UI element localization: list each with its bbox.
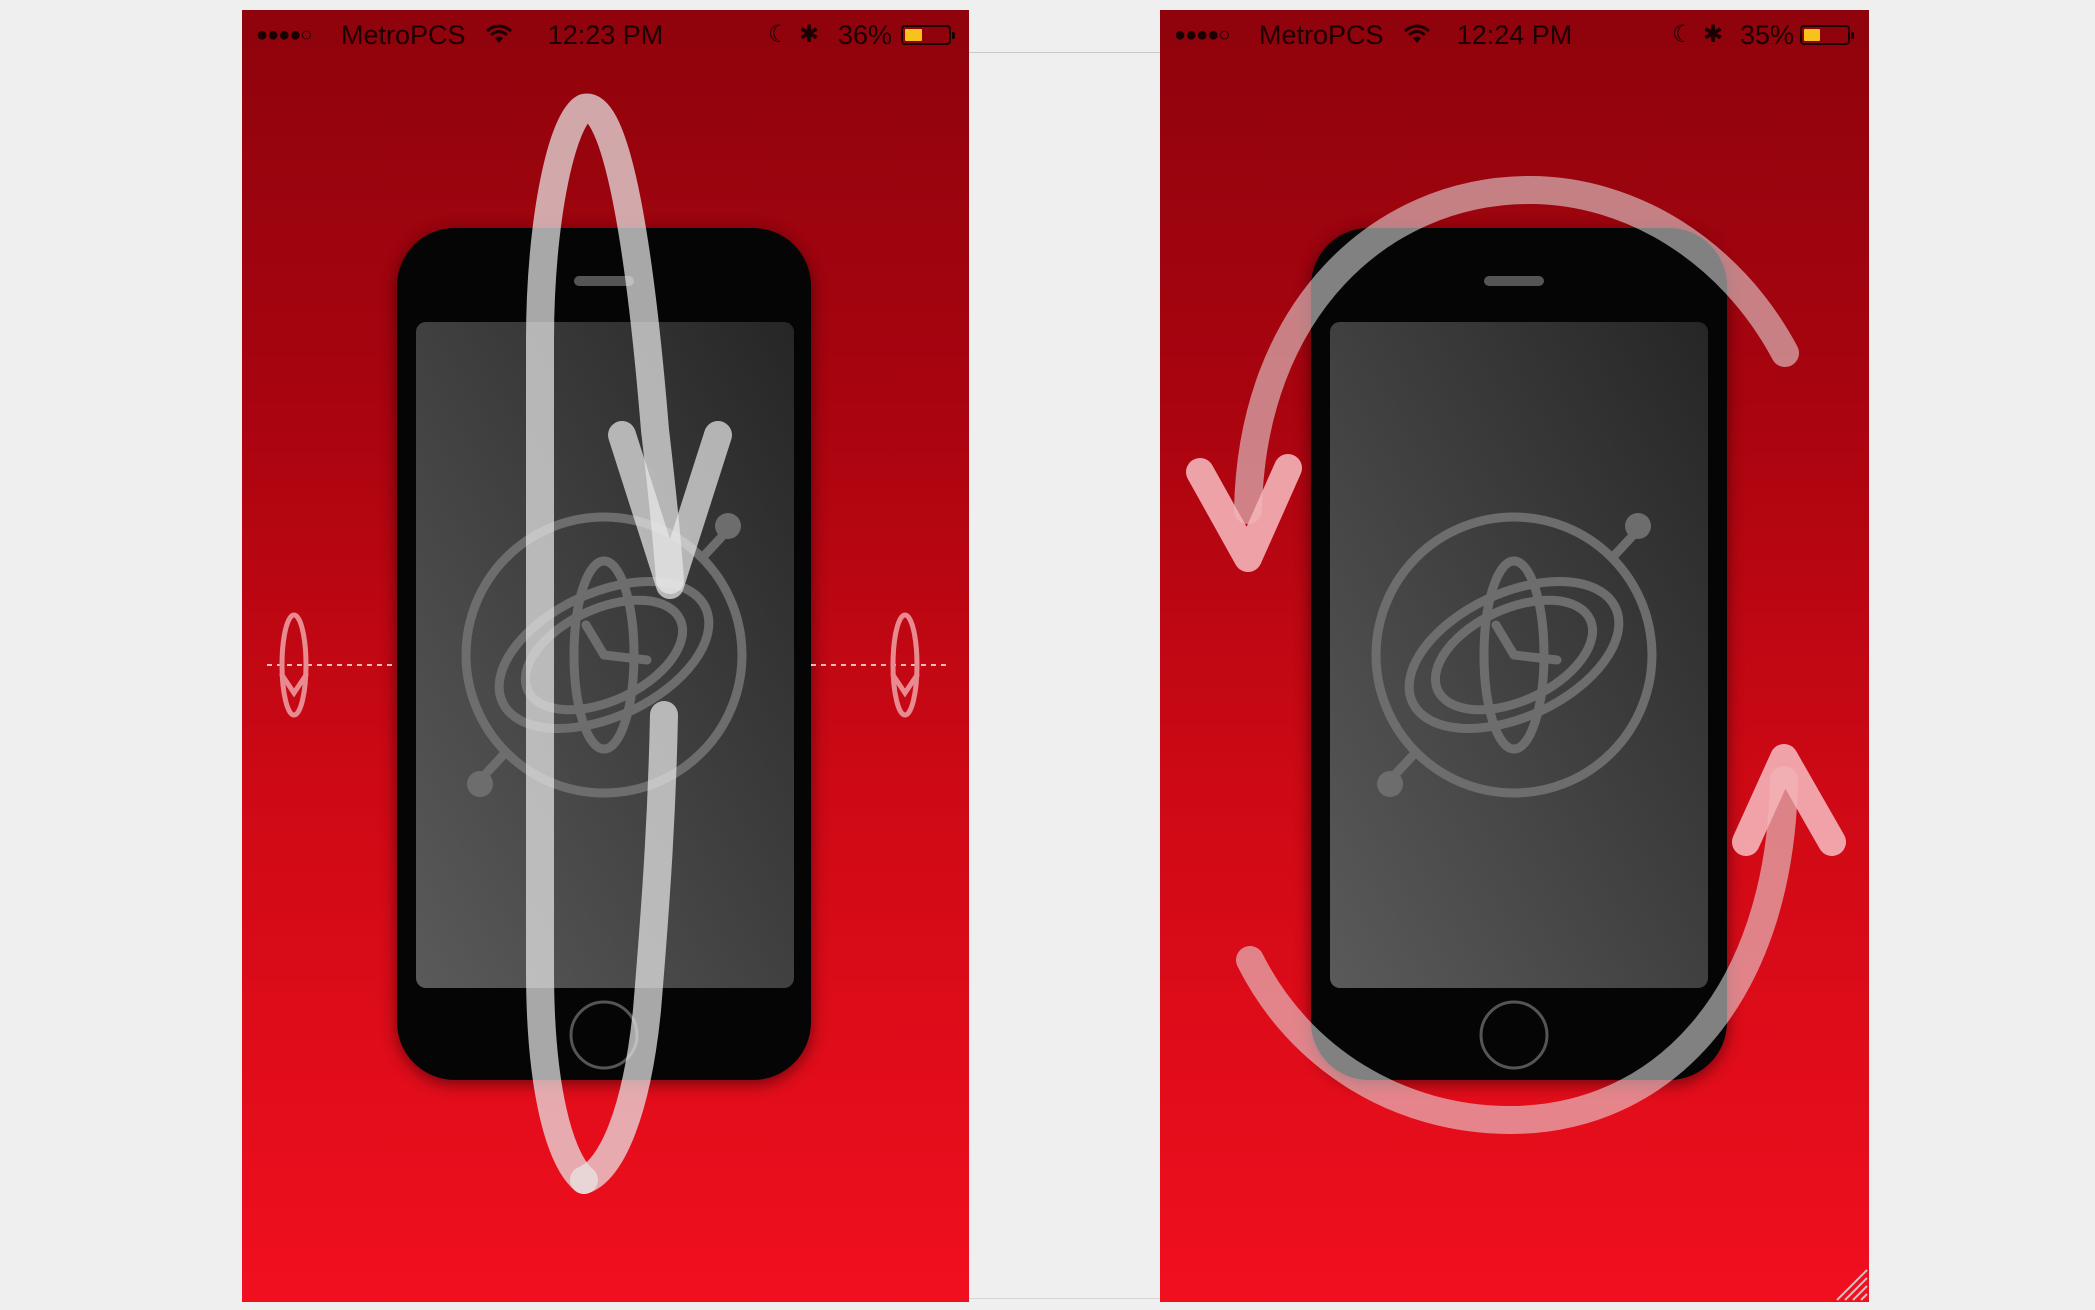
rotate-instruction-illustration xyxy=(1186,176,1868,1301)
rotate-small-icon xyxy=(279,612,309,718)
tilt-instruction-illustration xyxy=(267,93,947,1194)
divider-line xyxy=(969,1298,1160,1299)
screenshot-right: ●●●●○ MetroPCS 12:24 PM ☾ ✱ 35% xyxy=(1160,10,1869,1302)
divider-line xyxy=(969,52,1160,53)
screenshot-left: ●●●●○ MetroPCS 12:23 PM ☾ ✱ 36% xyxy=(242,10,969,1302)
resize-grip-icon[interactable] xyxy=(1836,1269,1868,1301)
